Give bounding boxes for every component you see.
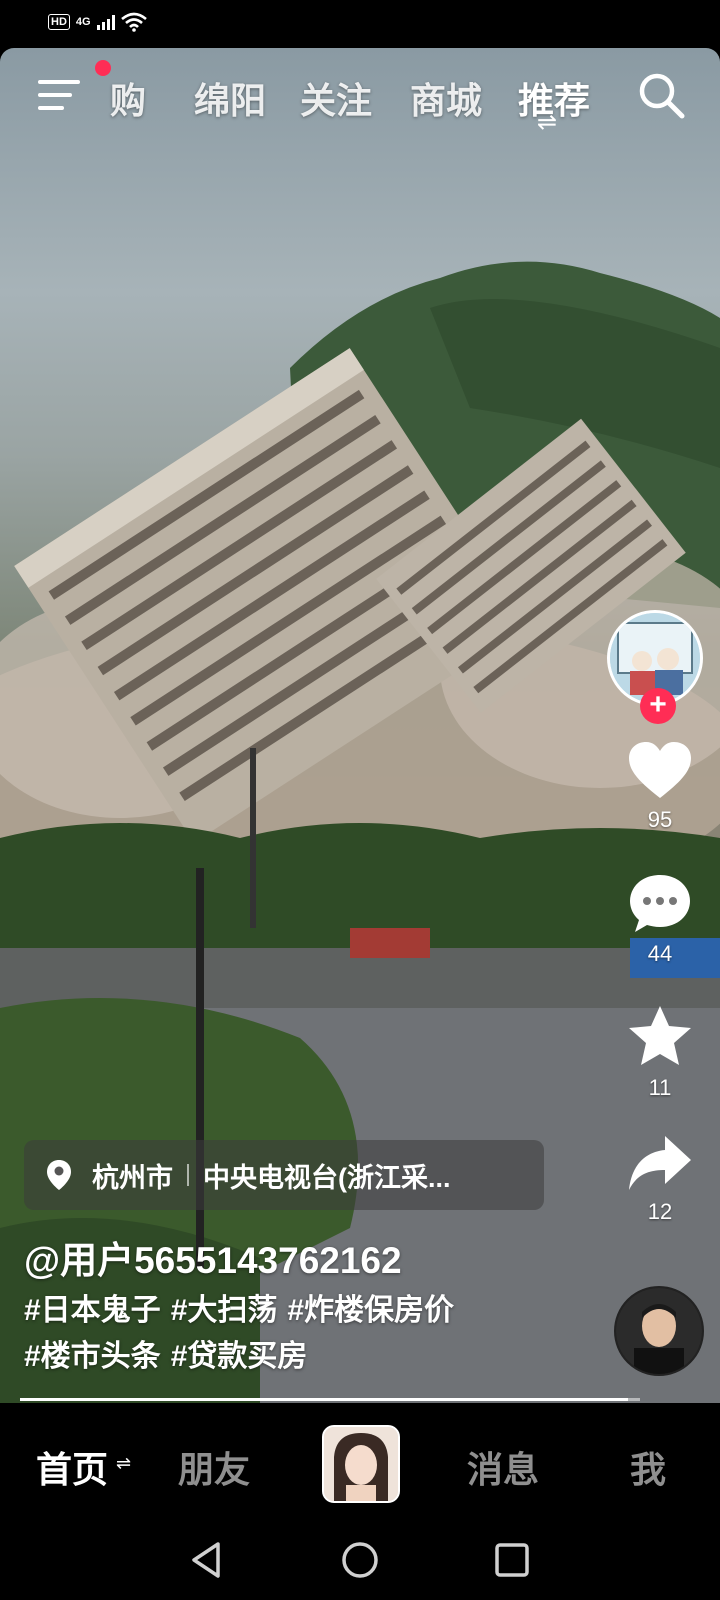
home-circle-icon[interactable] <box>340 1540 380 1580</box>
hashtag[interactable]: #贷款买房 <box>171 1340 308 1373</box>
hashtag[interactable]: #炸楼保房价 <box>287 1294 454 1327</box>
hashtag[interactable]: #大扫荡 <box>171 1294 278 1327</box>
notification-dot <box>95 60 111 76</box>
video-progress-fill <box>20 1398 628 1401</box>
location-divider <box>187 1164 189 1186</box>
star-icon <box>629 1006 691 1065</box>
recents-icon[interactable] <box>494 1542 530 1578</box>
music-disc[interactable] <box>614 1286 704 1376</box>
nav-home[interactable]: 首页 <box>36 1441 108 1493</box>
system-nav-bar <box>0 1520 720 1600</box>
location-pin-icon <box>47 1160 71 1190</box>
wifi-icon <box>120 12 147 32</box>
switch-arrows-icon: ⇌ <box>537 109 558 136</box>
heart-icon <box>629 742 691 798</box>
network-label: 4G <box>75 16 91 28</box>
back-icon[interactable] <box>188 1540 224 1580</box>
favorite-button[interactable]: 11 <box>605 1004 715 1101</box>
home-switch-icon: ⇌ <box>116 1453 132 1473</box>
author-handle[interactable]: @用户5655143762162 <box>24 1230 402 1284</box>
hd-badge: HD <box>48 14 70 30</box>
nav-friends[interactable]: 朋友 <box>178 1441 250 1493</box>
bottom-nav: 首页 ⇌ 朋友 消息 我 <box>0 1403 720 1520</box>
video-caption: #日本鬼子 #大扫荡 #炸楼保房价 #楼市头条 #贷款买房 <box>24 1288 584 1380</box>
like-button[interactable]: 95 <box>605 740 715 833</box>
create-avatar-image <box>324 1427 398 1501</box>
tab-mianyang[interactable]: 绵阳 <box>194 72 266 124</box>
hashtag[interactable]: #日本鬼子 <box>24 1294 161 1327</box>
search-icon[interactable] <box>636 70 686 120</box>
signal-icon <box>96 14 115 30</box>
follow-button[interactable]: + <box>640 688 676 724</box>
location-city: 杭州市 <box>92 1162 173 1193</box>
music-disc-avatar <box>616 1288 702 1374</box>
comment-icon <box>630 875 690 932</box>
hashtag[interactable]: #楼市头条 <box>24 1340 161 1373</box>
location-tag[interactable]: 杭州市 中央电视台(浙江采... <box>24 1140 544 1210</box>
tab-shopping[interactable]: 购 <box>110 72 146 124</box>
nav-create-avatar[interactable] <box>322 1425 400 1503</box>
tab-following[interactable]: 关注 <box>300 72 372 124</box>
like-count: 95 <box>647 807 673 832</box>
comment-button[interactable]: 44 <box>605 872 715 967</box>
nav-me[interactable]: 我 <box>630 1441 666 1493</box>
share-button[interactable]: 12 <box>605 1134 715 1225</box>
video-progress-bar[interactable] <box>20 1398 640 1401</box>
share-count: 12 <box>647 1199 673 1224</box>
menu-icon[interactable] <box>38 78 80 114</box>
status-bar: HD 4G <box>0 0 720 48</box>
favorite-count: 11 <box>648 1075 672 1100</box>
top-nav: 购 绵阳 关注 商城 推荐 ⇌ <box>0 60 720 136</box>
comment-count: 44 <box>647 941 673 966</box>
tab-mall[interactable]: 商城 <box>410 72 482 124</box>
status-icons: HD 4G <box>48 12 147 32</box>
nav-messages[interactable]: 消息 <box>467 1441 539 1493</box>
location-source: 中央电视台(浙江采... <box>203 1162 451 1193</box>
share-icon <box>629 1136 691 1190</box>
